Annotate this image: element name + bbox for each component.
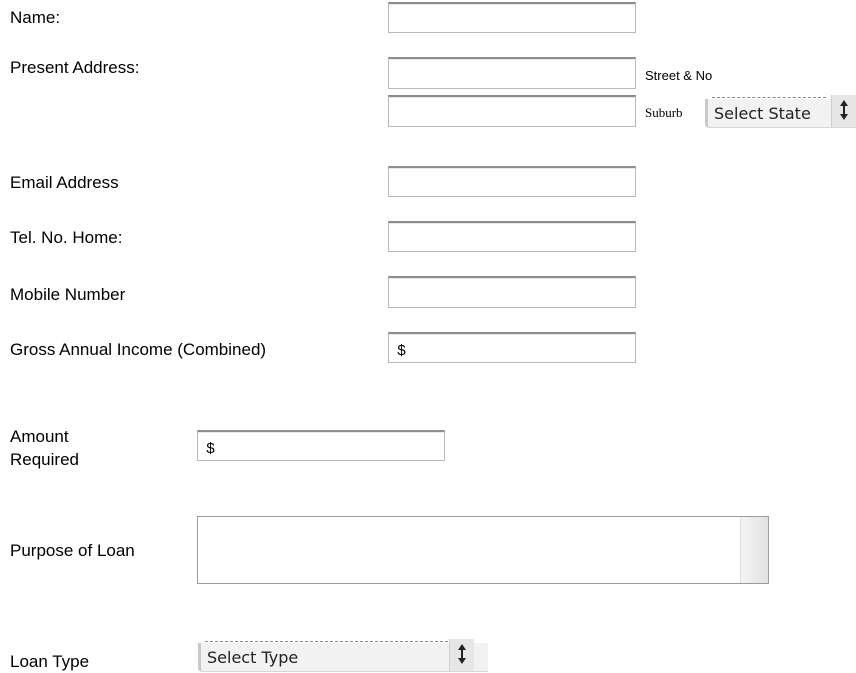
state-select-value: Select State (714, 104, 811, 123)
mobile-input[interactable] (397, 284, 635, 307)
purpose-label: Purpose of Loan (10, 541, 135, 560)
select-decoration (205, 641, 458, 646)
street-hint: Street & No (645, 68, 713, 83)
amount-input[interactable] (206, 438, 444, 460)
name-input[interactable] (397, 10, 635, 32)
tel-home-label: Tel. No. Home: (10, 228, 123, 247)
amount-label-line1: Amount (10, 427, 69, 446)
updown-arrow-icon[interactable] (831, 95, 856, 127)
income-field[interactable] (388, 332, 636, 363)
email-input[interactable] (397, 174, 635, 196)
suburb-field[interactable] (388, 95, 636, 127)
present-address-label: Present Address: (10, 58, 140, 77)
purpose-textarea[interactable] (197, 516, 769, 584)
income-input[interactable] (397, 340, 635, 362)
state-select[interactable]: Select State (705, 95, 856, 128)
name-field[interactable] (388, 2, 636, 33)
loan-type-select-value: Select Type (207, 648, 299, 667)
loan-type-select[interactable]: Select Type (198, 639, 488, 672)
select-decoration (712, 97, 826, 102)
purpose-scrollbar[interactable] (740, 517, 768, 583)
suburb-hint: Suburb (645, 105, 683, 120)
street-field[interactable] (388, 57, 636, 89)
tel-home-field[interactable] (388, 221, 636, 252)
name-label: Name: (10, 8, 61, 27)
email-field[interactable] (388, 166, 636, 197)
tel-home-input[interactable] (397, 229, 635, 251)
loan-type-label: Loan Type (10, 652, 90, 671)
income-label: Gross Annual Income (Combined) (10, 340, 267, 359)
suburb-input[interactable] (397, 103, 635, 126)
amount-field[interactable] (197, 430, 445, 461)
mobile-label: Mobile Number (10, 285, 126, 304)
mobile-field[interactable] (388, 276, 636, 308)
updown-arrow-icon[interactable] (449, 639, 474, 671)
amount-label-line2: Required (10, 450, 79, 469)
street-input[interactable] (397, 65, 635, 88)
email-label: Email Address (10, 173, 119, 192)
